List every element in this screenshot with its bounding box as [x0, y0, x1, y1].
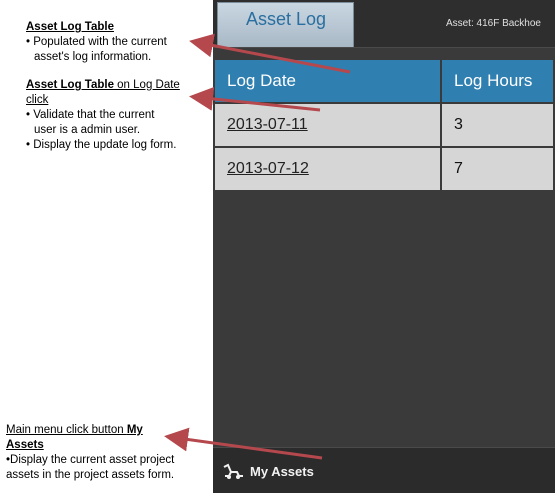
annotation-line: asset's log information.	[34, 51, 152, 63]
log-date-link[interactable]: 2013-07-11	[227, 116, 308, 134]
annotation-line: • Populated with the current	[26, 36, 167, 48]
annotation-title-cont: click	[26, 94, 49, 106]
annotation-title: Asset Log Table on Log Date	[26, 78, 206, 93]
log-date-cell: 2013-07-12	[215, 148, 440, 190]
annotation-line: •Display the current asset project	[6, 454, 175, 466]
log-date-link[interactable]: 2013-07-12	[227, 160, 309, 178]
annotation-title-cont: Assets	[6, 439, 44, 451]
tab-asset-log[interactable]: Asset Log	[217, 2, 354, 47]
app-screen: Asset Log Asset: 416F Backhoe Log Date L…	[213, 0, 555, 493]
table-header-row: Log Date Log Hours	[215, 60, 553, 102]
asset-log-table: Log Date Log Hours 2013-07-11 3 2013-07-…	[215, 60, 553, 192]
bottom-bar: My Assets	[213, 447, 555, 493]
column-header-log-hours: Log Hours	[442, 60, 553, 102]
asset-info-label: Asset: 416F Backhoe	[445, 18, 541, 29]
table-row: 2013-07-11 3	[215, 104, 553, 146]
annotation-line: • Display the update log form.	[26, 139, 177, 151]
annotation-line: • Validate that the current	[26, 109, 155, 121]
annotation-line: assets in the project assets form.	[6, 469, 175, 481]
annotation-title-rest: Main menu click button	[6, 424, 127, 436]
annotation-title: Asset Log Table	[26, 21, 114, 33]
annotation-asset-log-table: Asset Log Table • Populated with the cur…	[26, 20, 206, 65]
annotation-title-bold: My	[126, 424, 143, 436]
log-date-cell: 2013-07-11	[215, 104, 440, 146]
annotation-title: Main menu click button My	[6, 423, 206, 438]
annotation-line: user is a admin user.	[34, 124, 141, 136]
top-bar: Asset Log Asset: 416F Backhoe	[213, 0, 555, 48]
log-hours-cell: 7	[442, 148, 553, 190]
my-assets-label: My Assets	[250, 463, 314, 479]
excavator-icon	[223, 463, 243, 479]
table-row: 2013-07-12 7	[215, 148, 553, 190]
annotation-my-assets: Main menu click button My Assets •Displa…	[6, 423, 206, 483]
annotation-title-bold: Asset Log Table	[26, 79, 114, 91]
annotation-title-rest: on Log Date	[113, 79, 180, 91]
column-header-log-date: Log Date	[215, 60, 440, 102]
my-assets-button[interactable]: My Assets	[223, 460, 314, 482]
annotation-log-date-click: Asset Log Table on Log Date click • Vali…	[26, 78, 206, 153]
log-hours-cell: 3	[442, 104, 553, 146]
